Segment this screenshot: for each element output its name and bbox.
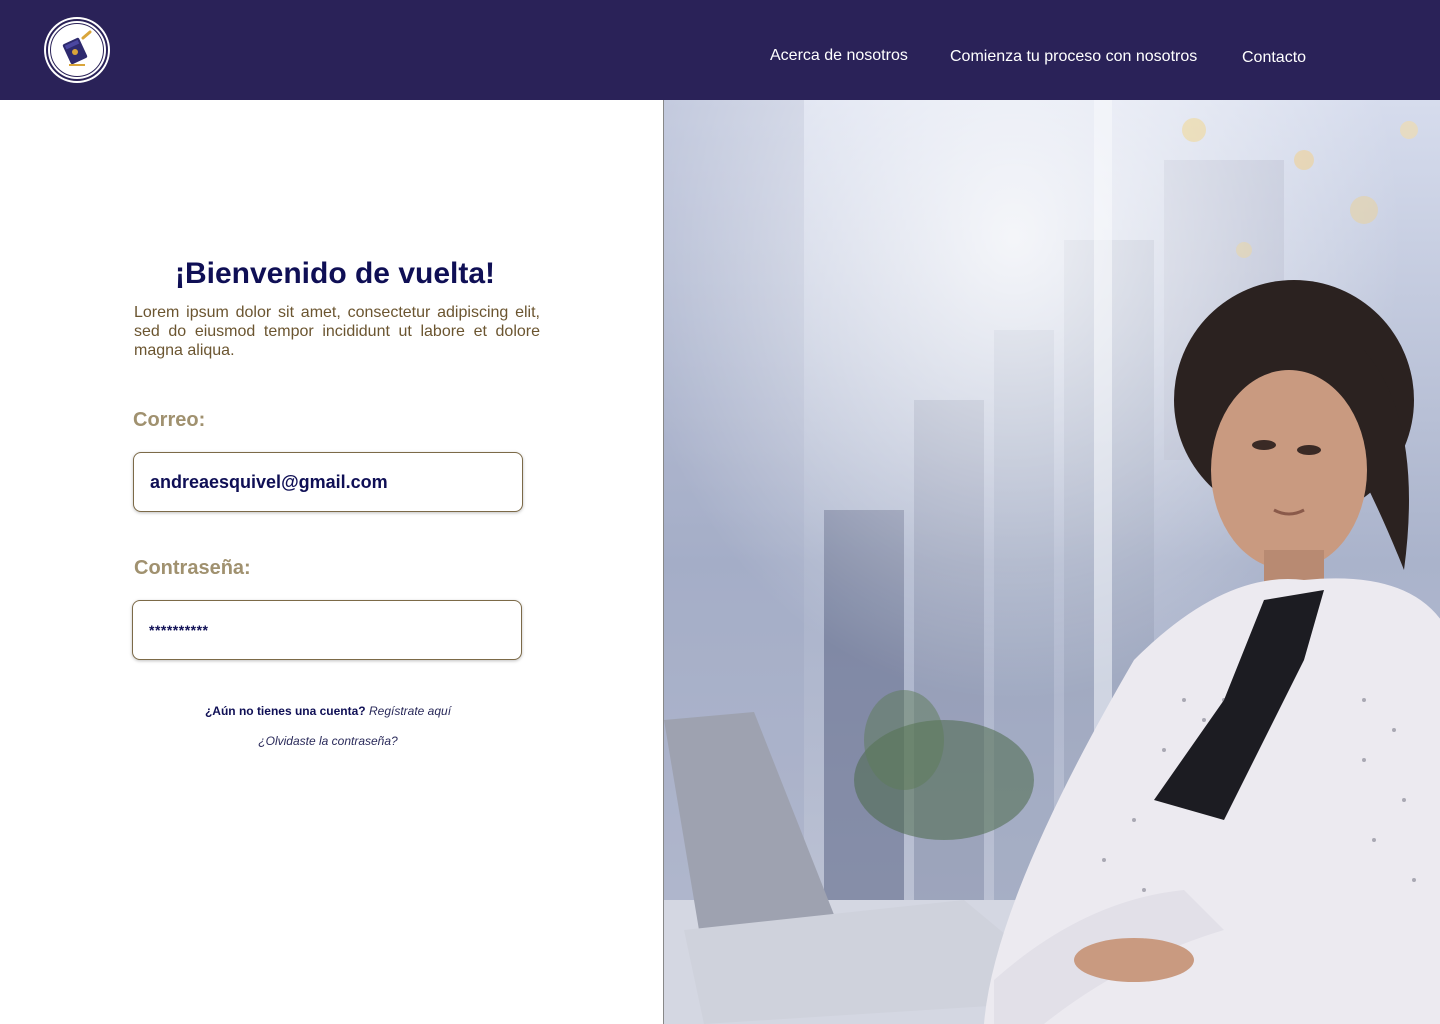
hero-photo bbox=[663, 100, 1440, 1024]
password-value: ********** bbox=[149, 622, 209, 638]
logo[interactable] bbox=[46, 19, 108, 81]
email-label: Correo: bbox=[133, 409, 206, 431]
email-value: andreaesquivel@gmail.com bbox=[150, 471, 388, 492]
nav-about-us[interactable]: Acerca de nosotros bbox=[770, 47, 908, 65]
register-link[interactable]: Regístrate aquí bbox=[369, 704, 451, 718]
nav-contact[interactable]: Contacto bbox=[1242, 49, 1306, 67]
intro-text: Lorem ipsum dolor sit amet, consectetur … bbox=[134, 304, 540, 359]
forgot-password-link[interactable]: ¿Olvidaste la contraseña? bbox=[0, 734, 656, 748]
email-field[interactable]: andreaesquivel@gmail.com bbox=[133, 452, 523, 512]
password-field[interactable]: ********** bbox=[132, 600, 522, 660]
nav-start-process[interactable]: Comienza tu proceso con nosotros bbox=[950, 48, 1197, 66]
book-pen-icon bbox=[50, 23, 104, 77]
page-title: ¡Bienvenido de vuelta! bbox=[174, 257, 496, 290]
login-panel: ¡Bienvenido de vuelta! Lorem ipsum dolor… bbox=[0, 100, 663, 1024]
no-account-text: ¿Aún no tienes una cuenta? bbox=[204, 704, 366, 718]
top-navbar: Acerca de nosotros Comienza tu proceso c… bbox=[0, 0, 1440, 100]
register-prompt: ¿Aún no tienes una cuenta? Regístrate aq… bbox=[0, 704, 656, 718]
password-label: Contraseña: bbox=[134, 557, 251, 579]
